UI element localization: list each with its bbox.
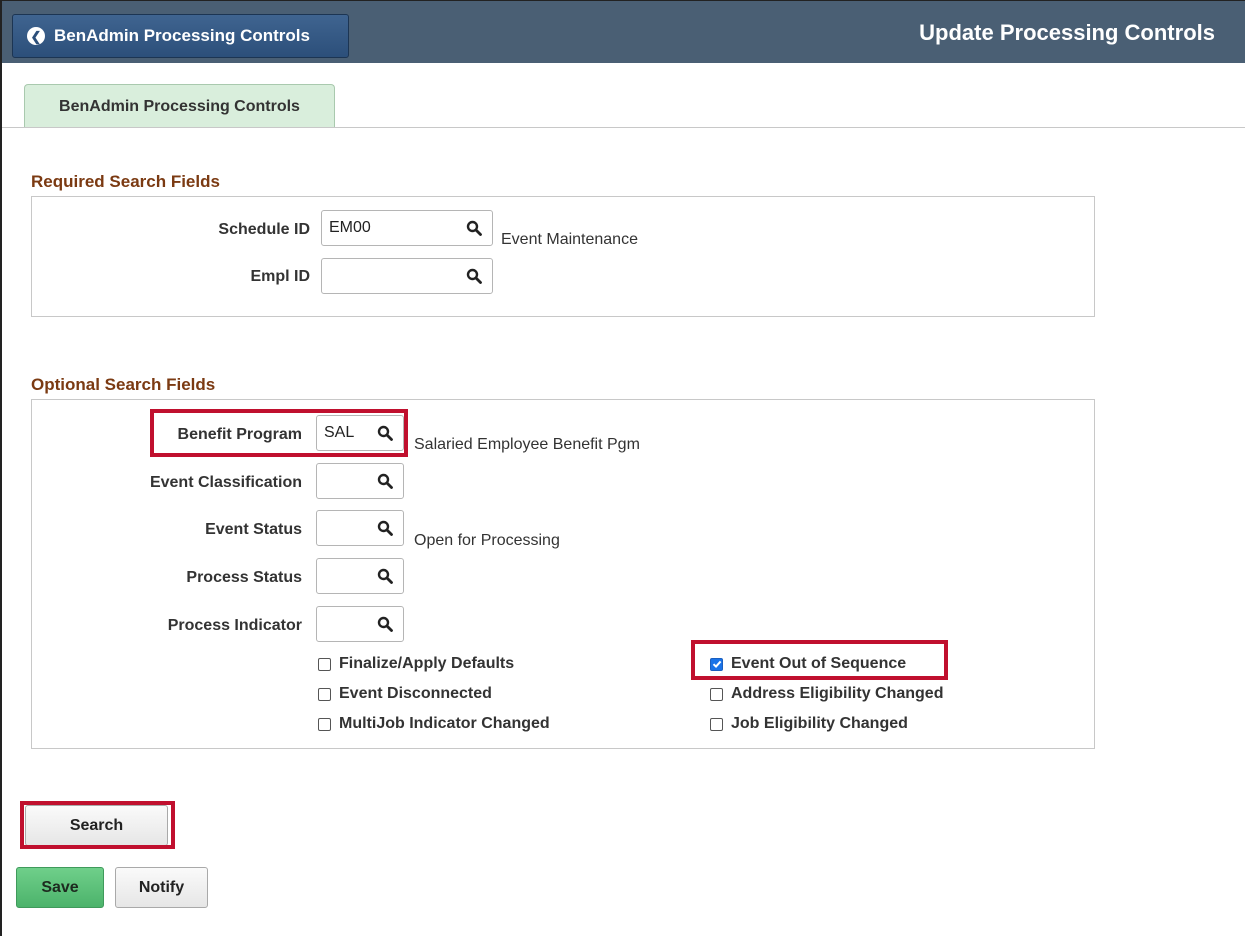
job-eligibility-changed-checkbox[interactable] xyxy=(710,717,723,731)
event-disconnected-option[interactable]: Event Disconnected xyxy=(318,685,492,703)
event-disconnected-label: Event Disconnected xyxy=(339,685,492,702)
tab-label: BenAdmin Processing Controls xyxy=(59,97,300,115)
process-indicator-input[interactable] xyxy=(317,607,373,641)
schedule-id-description: Event Maintenance xyxy=(501,231,638,248)
event-status-label: Event Status xyxy=(205,521,302,538)
benefit-program-description: Salaried Employee Benefit Pgm xyxy=(414,436,640,453)
finalize-apply-defaults-option[interactable]: Finalize/Apply Defaults xyxy=(318,655,514,673)
process-status-input[interactable] xyxy=(317,559,373,593)
finalize-apply-defaults-checkbox[interactable] xyxy=(318,657,331,671)
save-button[interactable]: Save xyxy=(16,867,104,908)
tab-benadmin-processing-controls[interactable]: BenAdmin Processing Controls xyxy=(24,84,335,128)
back-button-label: BenAdmin Processing Controls xyxy=(54,26,310,45)
chevron-left-icon: ❮ xyxy=(27,27,45,45)
tab-divider xyxy=(2,127,1245,128)
job-eligibility-changed-option[interactable]: Job Eligibility Changed xyxy=(710,715,908,733)
page-title: Update Processing Controls xyxy=(919,20,1215,45)
multijob-indicator-changed-option[interactable]: MultiJob Indicator Changed xyxy=(318,715,550,733)
process-indicator-label: Process Indicator xyxy=(167,617,302,634)
process-status-field xyxy=(316,558,404,594)
schedule-id-label: Schedule ID xyxy=(218,221,310,238)
search-icon[interactable] xyxy=(466,220,482,236)
address-eligibility-changed-checkbox[interactable] xyxy=(710,687,723,701)
page-header: ❮ BenAdmin Processing Controls Update Pr… xyxy=(2,1,1245,63)
search-button-highlight xyxy=(20,801,175,849)
schedule-id-field xyxy=(321,210,493,246)
multijob-indicator-changed-checkbox[interactable] xyxy=(318,717,331,731)
notify-button[interactable]: Notify xyxy=(115,867,208,908)
optional-section-title: Optional Search Fields xyxy=(31,375,216,394)
event-status-description: Open for Processing xyxy=(414,532,560,549)
required-section-title: Required Search Fields xyxy=(31,172,220,191)
event-classification-label: Event Classification xyxy=(149,474,302,491)
empl-id-field xyxy=(321,258,493,294)
process-indicator-field xyxy=(316,606,404,642)
search-icon[interactable] xyxy=(377,568,393,584)
process-status-label: Process Status xyxy=(186,569,302,586)
event-status-input[interactable] xyxy=(317,511,373,545)
benefit-program-highlight xyxy=(150,409,408,457)
search-icon[interactable] xyxy=(466,268,482,284)
search-icon[interactable] xyxy=(377,473,393,489)
event-classification-input[interactable] xyxy=(317,464,373,498)
address-eligibility-changed-label: Address Eligibility Changed xyxy=(731,685,944,702)
event-classification-field xyxy=(316,463,404,499)
schedule-id-input[interactable] xyxy=(322,211,452,245)
frame-left-border xyxy=(0,0,2,936)
event-disconnected-checkbox[interactable] xyxy=(318,687,331,701)
search-icon[interactable] xyxy=(377,616,393,632)
empl-id-label: Empl ID xyxy=(250,268,310,285)
job-eligibility-changed-label: Job Eligibility Changed xyxy=(731,715,908,732)
required-fields-box xyxy=(31,196,1095,317)
finalize-apply-defaults-label: Finalize/Apply Defaults xyxy=(339,655,515,672)
event-out-of-sequence-highlight xyxy=(691,640,948,680)
address-eligibility-changed-option[interactable]: Address Eligibility Changed xyxy=(710,685,943,703)
search-icon[interactable] xyxy=(377,520,393,536)
multijob-indicator-changed-label: MultiJob Indicator Changed xyxy=(339,715,550,732)
back-button[interactable]: ❮ BenAdmin Processing Controls xyxy=(12,14,349,58)
event-status-field xyxy=(316,510,404,546)
empl-id-input[interactable] xyxy=(322,259,452,293)
